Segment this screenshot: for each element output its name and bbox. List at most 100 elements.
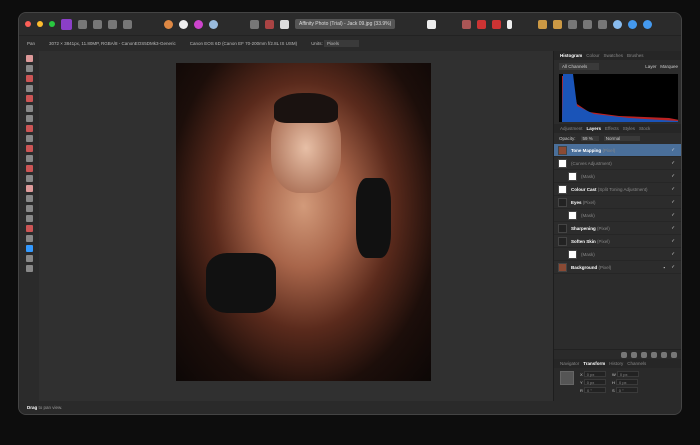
grid-icon[interactable]	[462, 19, 472, 29]
arrange-back-icon[interactable]	[538, 19, 548, 29]
tab-navigator[interactable]: Navigator	[560, 361, 579, 366]
smudge-brush-icon[interactable]	[25, 165, 33, 172]
erase-brush-icon[interactable]	[25, 145, 33, 152]
visibility-checkbox[interactable]: ✓	[671, 160, 675, 166]
anchor-selector[interactable]	[560, 371, 574, 385]
blend-mode-select[interactable]: Normal	[603, 136, 641, 141]
visibility-checkbox[interactable]: ✓	[671, 238, 675, 244]
quick-mask-icon[interactable]	[280, 19, 289, 29]
units-select[interactable]: Pixels	[323, 40, 359, 47]
zoom-button[interactable]	[49, 21, 55, 27]
tab-brushes[interactable]: Brushes	[627, 53, 644, 58]
layer-row[interactable]: Tone Mapping (Pixel) ✓	[554, 144, 681, 157]
flood-select-icon[interactable]	[25, 105, 33, 112]
visibility-checkbox[interactable]: ✓	[671, 199, 675, 205]
visibility-checkbox[interactable]: ✓	[671, 173, 675, 179]
visibility-checkbox[interactable]: ✓	[671, 264, 675, 270]
tab-colour[interactable]: Colour	[586, 53, 599, 58]
layer-row[interactable]: (Mask) ✓	[554, 170, 681, 183]
dodge-brush-icon[interactable]	[25, 155, 33, 162]
liquify-persona-icon[interactable]	[78, 19, 87, 29]
healing-brush-icon[interactable]	[25, 185, 33, 192]
adjustment-icon[interactable]	[631, 351, 637, 358]
visibility-checkbox[interactable]: ✓	[671, 147, 675, 153]
selection-brush-icon[interactable]	[25, 95, 33, 102]
tab-transform[interactable]: Transform	[583, 361, 605, 366]
text-tool-icon[interactable]	[25, 235, 33, 242]
transform-icon[interactable]	[598, 19, 608, 29]
tab-layers[interactable]: Layers	[587, 126, 602, 131]
tab-adjustment[interactable]: Adjustment	[560, 126, 583, 131]
x-field[interactable]: 0 px	[583, 371, 606, 377]
layer-row[interactable]: Sharpening (Pixel) ✓	[554, 222, 681, 235]
layer-row[interactable]: (Mask) ✓	[554, 209, 681, 222]
tab-effects[interactable]: Effects	[605, 126, 619, 131]
mask-icon[interactable]	[427, 19, 437, 29]
move-tool-icon[interactable]	[25, 65, 33, 72]
hand-tool-icon[interactable]	[25, 255, 33, 262]
mask-layer-icon[interactable]	[621, 351, 627, 358]
layer-checkbox[interactable]: Layer	[645, 64, 656, 69]
add-layer-icon[interactable]	[661, 351, 667, 358]
colour-picker-icon[interactable]	[25, 75, 33, 82]
document-image[interactable]	[176, 63, 431, 381]
photo-persona-icon[interactable]	[61, 18, 72, 30]
develop-persona-icon[interactable]	[93, 19, 102, 29]
visibility-checkbox[interactable]: ✓	[671, 212, 675, 218]
add-folder-icon[interactable]	[651, 351, 657, 358]
tab-channels[interactable]: Channels	[627, 361, 646, 366]
fx-icon[interactable]	[641, 351, 647, 358]
brush-icon[interactable]	[507, 19, 513, 29]
tab-stock[interactable]: Stock	[639, 126, 650, 131]
distribute-icon[interactable]	[583, 19, 593, 29]
zoom-tool-icon[interactable]	[25, 265, 33, 272]
layer-row[interactable]: Soften Skin (Pixel) ✓	[554, 235, 681, 248]
layer-row[interactable]: (Mask) ✓	[554, 248, 681, 261]
pen-tool-icon[interactable]	[25, 215, 33, 222]
paint-brush-icon[interactable]	[25, 125, 33, 132]
delete-layer-icon[interactable]	[671, 351, 677, 358]
view-tool-icon[interactable]	[25, 55, 33, 62]
marquee-icon[interactable]	[250, 19, 259, 29]
layer-row[interactable]: Background (Pixel) ▪ ✓	[554, 261, 681, 274]
auto-contrast-icon[interactable]	[179, 19, 188, 29]
auto-levels-icon[interactable]	[164, 19, 173, 29]
fill-tool-icon[interactable]	[25, 135, 33, 142]
auto-colour-icon[interactable]	[194, 19, 203, 29]
auto-white-balance-icon[interactable]	[209, 19, 218, 29]
w-field[interactable]: 0 px	[616, 371, 639, 377]
h-field[interactable]: 0 px	[616, 379, 638, 385]
visibility-checkbox[interactable]: ✓	[671, 225, 675, 231]
layer-row[interactable]: Eyes (Pixel) ✓	[554, 196, 681, 209]
visibility-checkbox[interactable]: ✓	[671, 251, 675, 257]
colour-swatch-icon[interactable]	[25, 245, 33, 252]
visibility-checkbox[interactable]: ✓	[671, 186, 675, 192]
rotation-field[interactable]: 0 °	[584, 387, 606, 393]
document-title[interactable]: Affinity Photo (Trial) - Jack 09.jpg (33…	[295, 19, 396, 29]
clone-tool-icon[interactable]	[25, 175, 33, 182]
tab-histogram[interactable]: Histogram	[560, 53, 582, 58]
boolean-add-icon[interactable]	[613, 19, 623, 29]
canvas[interactable]	[39, 51, 553, 401]
gradient-tool-icon[interactable]	[25, 205, 33, 212]
magnet-icon[interactable]	[492, 19, 502, 29]
no-selection-icon[interactable]	[265, 19, 274, 29]
red-eye-icon[interactable]	[25, 195, 33, 202]
layer-row[interactable]: (Curves Adjustment) ✓	[554, 157, 681, 170]
boolean-subtract-icon[interactable]	[628, 19, 638, 29]
crop-tool-icon[interactable]	[25, 85, 33, 92]
tone-mapping-persona-icon[interactable]	[108, 19, 117, 29]
shape-tool-icon[interactable]	[25, 225, 33, 232]
arrange-front-icon[interactable]	[553, 19, 563, 29]
lock-icon[interactable]: ▪	[663, 265, 665, 270]
boolean-intersect-icon[interactable]	[643, 19, 653, 29]
marquee-tool-icon[interactable]	[25, 115, 33, 122]
export-persona-icon[interactable]	[123, 19, 132, 29]
opacity-input[interactable]: 59 %	[580, 136, 599, 141]
tab-styles[interactable]: Styles	[623, 126, 635, 131]
layer-row[interactable]: Colour Cast (Split Toning Adjustment) ✓	[554, 183, 681, 196]
close-button[interactable]	[25, 21, 31, 27]
shear-field[interactable]: 0 °	[615, 387, 638, 393]
marquee-checkbox[interactable]: Marquee	[660, 64, 678, 69]
minimize-button[interactable]	[37, 21, 43, 27]
